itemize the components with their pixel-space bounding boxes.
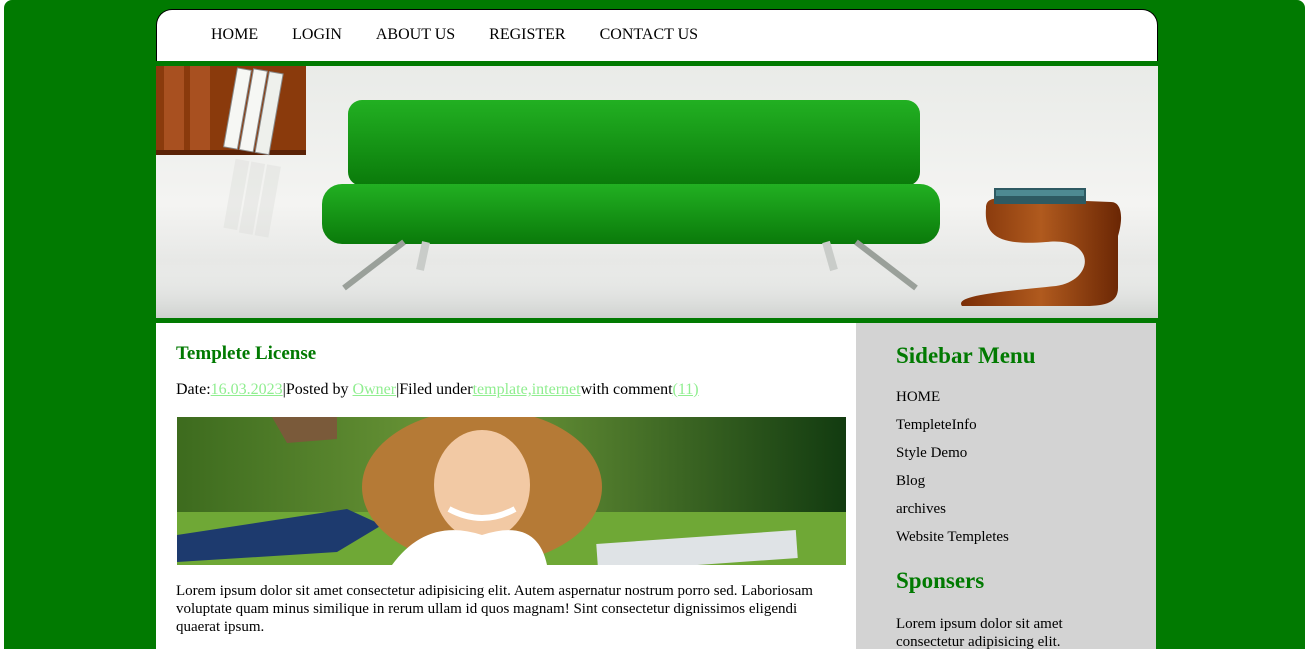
- nav-login[interactable]: LOGIN: [292, 26, 342, 44]
- nav-menu: HOME LOGIN ABOUT US REGISTER CONTACT US: [211, 26, 728, 44]
- sidebar-item-home[interactable]: HOME: [896, 389, 1009, 417]
- sidebar: Sidebar Menu HOME TempleteInfo Style Dem…: [856, 323, 1156, 650]
- comment-count-link[interactable]: (11): [673, 381, 699, 398]
- filed-under-label: |Filed under: [396, 381, 473, 398]
- green-sofa-banner-image: [156, 66, 1158, 318]
- nav-about-us[interactable]: ABOUT US: [376, 26, 455, 44]
- sidebar-item-archives[interactable]: archives: [896, 501, 1009, 529]
- sponsors-text: Lorem ipsum dolor sit amet consectetur a…: [896, 616, 1063, 650]
- green-sofa: [322, 100, 940, 291]
- sidebar-menu: HOME TempleteInfo Style Demo Blog archiv…: [896, 389, 1009, 557]
- top-navigation: HOME LOGIN ABOUT US REGISTER CONTACT US: [156, 9, 1158, 61]
- nav-home[interactable]: HOME: [211, 26, 258, 44]
- sponsors-title: Sponsers: [896, 568, 985, 593]
- sidebar-item-templeteinfo[interactable]: TempleteInfo: [896, 417, 1009, 445]
- smiling-woman-photo: [177, 417, 846, 565]
- nav-register[interactable]: REGISTER: [489, 26, 565, 44]
- sidebar-menu-title: Sidebar Menu: [896, 343, 1036, 368]
- nav-contact-us[interactable]: CONTACT US: [600, 26, 698, 44]
- post-body: Lorem ipsum dolor sit amet consectetur a…: [176, 583, 813, 635]
- header-banner: [156, 66, 1158, 318]
- date-label: Date:: [176, 381, 211, 398]
- sidebar-item-style-demo[interactable]: Style Demo: [896, 445, 1009, 473]
- sidebar-item-blog[interactable]: Blog: [896, 473, 1009, 501]
- main-content: Templete License Date:16.03.2023|Posted …: [156, 323, 856, 649]
- post-title: Templete License: [176, 343, 317, 364]
- comment-label: with comment: [580, 381, 673, 398]
- sidebar-item-website-templetes[interactable]: Website Templetes: [896, 529, 1009, 557]
- categories-link[interactable]: template,internet: [473, 381, 581, 398]
- post-date-link[interactable]: 16.03.2023: [211, 381, 283, 398]
- author-link[interactable]: Owner: [353, 381, 397, 398]
- post-meta: Date:16.03.2023|Posted by Owner|Filed un…: [176, 381, 699, 399]
- posted-by-label: |Posted by: [282, 381, 353, 398]
- post-image: [177, 417, 846, 565]
